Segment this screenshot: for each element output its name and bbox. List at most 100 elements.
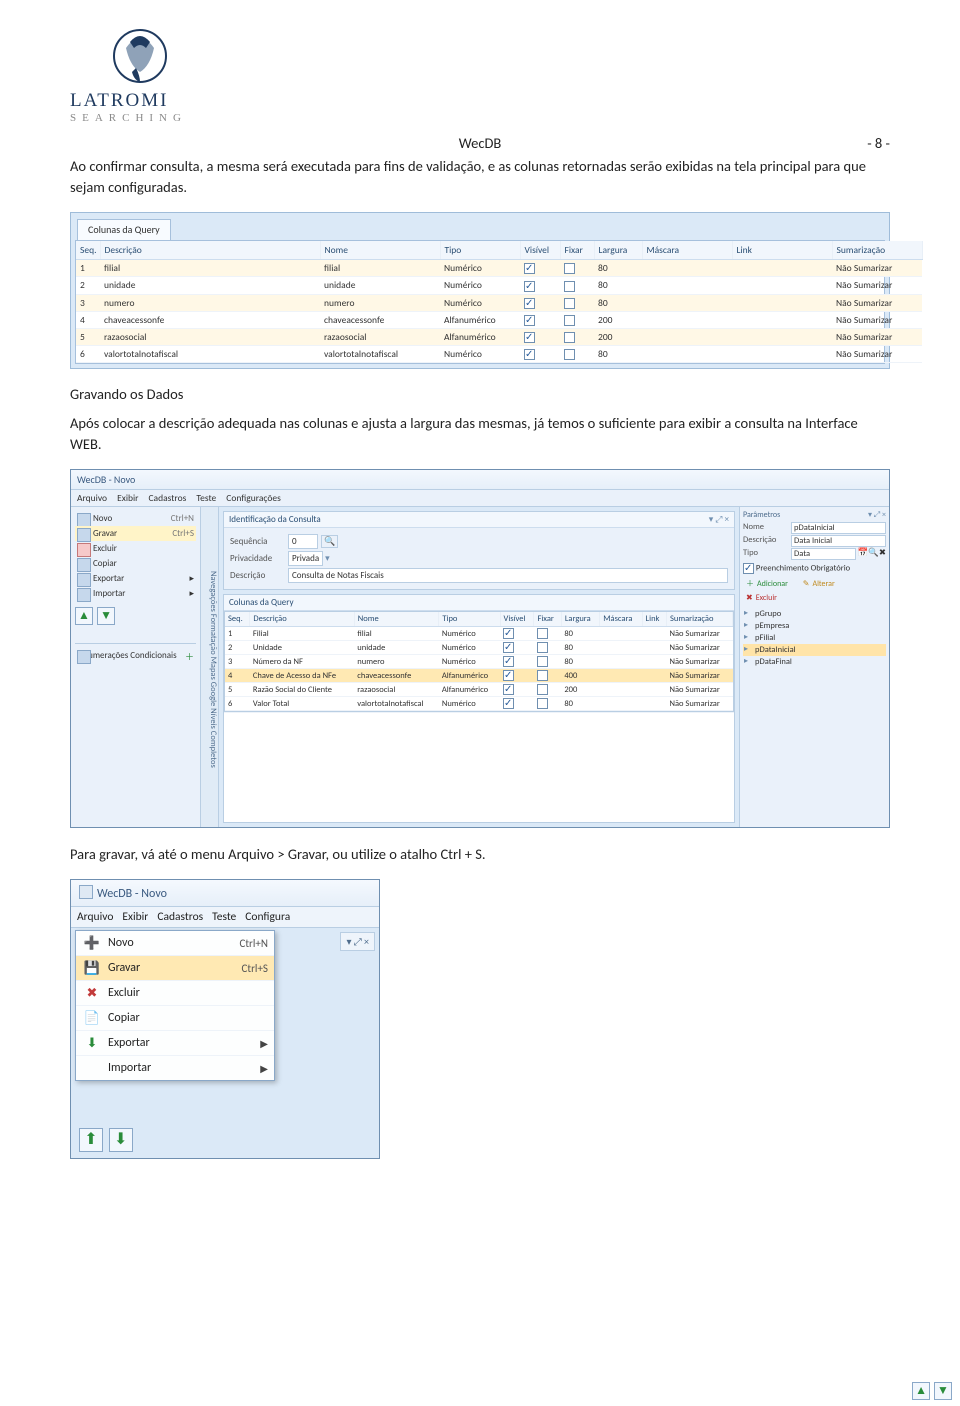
table-row[interactable]: 1FilialfilialNumérico80Não Sumarizar <box>225 627 733 641</box>
menu-item[interactable]: Configura <box>245 910 290 924</box>
menu-item[interactable]: Exibir <box>117 492 138 504</box>
table-row[interactable]: 5razaosocialrazaosocialAlfanumérico200Nã… <box>76 328 922 345</box>
logo-tagline: SEARCHING <box>70 112 187 124</box>
add-button[interactable]: ＋Adicionar <box>743 577 796 591</box>
dropdown-item[interactable]: ➕NovoCtrl+N <box>76 931 274 956</box>
s3-window-title: WecDB - Novo <box>71 880 379 907</box>
arquivo-dropdown[interactable]: ➕NovoCtrl+N💾GravarCtrl+S✖Excluir📄Copiar⬇… <box>75 930 275 1081</box>
arrow-down-icon[interactable]: ⬇ <box>109 1128 133 1152</box>
dropdown-item[interactable]: 📄Copiar <box>76 1006 274 1031</box>
enumeracoes-item[interactable]: Enumerações Condicionais ＋ <box>75 648 196 663</box>
dropdown-item[interactable]: ⬇Exportar▶ <box>76 1031 274 1056</box>
tree-item[interactable]: pDataInicial <box>743 644 886 656</box>
r-nome-val[interactable]: pDataInicial <box>791 522 886 534</box>
col-header[interactable]: Nome <box>354 612 439 627</box>
alter-button[interactable]: ✎Alterar <box>800 577 843 591</box>
param-down-icon[interactable]: ▼ <box>934 1382 952 1400</box>
tree-item[interactable]: pGrupo <box>743 608 886 620</box>
s3-menubar[interactable]: Arquivo Exibir Cadastros Teste Configura <box>71 907 379 928</box>
toolbar-item[interactable]: NovoCtrl+N <box>75 511 196 526</box>
tab-colunas-query[interactable]: Colunas da Query <box>77 219 171 240</box>
toolbar-item[interactable]: GravarCtrl+S <box>75 526 196 541</box>
window-title: WecDB - Novo <box>71 470 889 490</box>
table-row[interactable]: 4chaveacessonfechaveacessonfeAlfanuméric… <box>76 311 922 328</box>
col-header[interactable]: Tipo <box>439 612 500 627</box>
menu-item[interactable]: Arquivo <box>77 910 113 924</box>
r-tipo-val[interactable]: Data <box>791 548 856 560</box>
menu-item[interactable]: Exibir <box>122 910 148 924</box>
toolbar-fragment[interactable]: ▾ ⤢ × <box>340 932 375 951</box>
col-header[interactable]: Fixar <box>534 612 561 627</box>
r-nome-label: Nome <box>743 522 791 534</box>
col-header[interactable]: Tipo <box>440 241 520 260</box>
dropdown-item[interactable]: 💾GravarCtrl+S <box>76 956 274 981</box>
required-checkbox[interactable] <box>743 563 754 574</box>
menu-item[interactable]: Teste <box>212 910 236 924</box>
menubar[interactable]: Arquivo Exibir Cadastros Teste Configurações <box>71 490 889 507</box>
col-header[interactable]: Sumarização <box>666 612 732 627</box>
right-tab-label[interactable]: Parâmetros <box>743 510 780 520</box>
logo: LATROMI SEARCHING <box>70 24 890 128</box>
table-row[interactable]: 3numeronumeroNumérico80Não Sumarizar <box>76 294 922 311</box>
table-row[interactable]: 4Chave de Acesso da NFechaveacessonfeAlf… <box>225 669 733 683</box>
menu-item[interactable]: Cadastros <box>148 492 186 504</box>
col-header[interactable]: Largura <box>594 241 642 260</box>
tree-item[interactable]: pEmpresa <box>743 620 886 632</box>
importar-icon <box>82 1060 102 1076</box>
move-down-icon[interactable]: ▼ <box>97 607 115 625</box>
doc-title: WecDB <box>459 134 502 152</box>
seq-lookup-icon[interactable]: 🔍 <box>321 535 338 548</box>
desc-value[interactable]: Consulta de Notas Fiscais <box>288 568 728 583</box>
menu-item[interactable]: Configurações <box>226 492 281 504</box>
table-row[interactable]: 2UnidadeunidadeNumérico80Não Sumarizar <box>225 641 733 655</box>
col-header[interactable]: Fixar <box>560 241 594 260</box>
toolbar-item[interactable]: Importar▸ <box>75 586 196 601</box>
delete-button[interactable]: ✖Excluir <box>743 591 785 605</box>
param-up-icon[interactable]: ▲ <box>912 1382 930 1400</box>
table-row[interactable]: 3Número da NFnumeroNumérico80Não Sumariz… <box>225 655 733 669</box>
col-header[interactable]: Descrição <box>250 612 354 627</box>
col-header[interactable]: Máscara <box>600 612 642 627</box>
required-label: Preenchimento Obrigatório <box>756 564 850 574</box>
toolbar-item[interactable]: Excluir <box>75 541 196 556</box>
col-header[interactable]: Sumarização <box>832 241 922 260</box>
table-row[interactable]: 5Razão Social do ClienterazaosocialAlfan… <box>225 683 733 697</box>
toolbar-item[interactable]: Copiar <box>75 556 196 571</box>
dropdown-item[interactable]: Importar▶ <box>76 1056 274 1080</box>
col-header[interactable]: Largura <box>561 612 599 627</box>
menu-item[interactable]: Arquivo <box>77 492 107 504</box>
novo-icon: ➕ <box>82 935 102 951</box>
right-panel: Parâmetros ▾ ⤢ × NomepDataInicial Descri… <box>739 507 889 827</box>
move-up-icon[interactable]: ▲ <box>75 607 93 625</box>
arrow-up-icon[interactable]: ⬆ <box>79 1128 103 1152</box>
col-header[interactable]: Seq. <box>76 241 100 260</box>
copiar-icon: 📄 <box>82 1010 102 1026</box>
screenshot-wecdb-full: WecDB - Novo Arquivo Exibir Cadastros Teste… <box>70 469 890 828</box>
toolbar-item[interactable]: Exportar▸ <box>75 571 196 586</box>
dropdown-item[interactable]: ✖Excluir <box>76 981 274 1006</box>
gravar-icon: 💾 <box>82 960 102 976</box>
col-header[interactable]: Visível <box>500 612 534 627</box>
col-header[interactable]: Visível <box>520 241 560 260</box>
exportar-icon: ⬇ <box>82 1035 102 1051</box>
panel-buttons[interactable]: ▾ ⤢ × <box>709 514 729 525</box>
param-tree[interactable]: pGrupopEmpresapFilialpDataInicialpDataFi… <box>743 608 886 668</box>
seq-value[interactable]: 0 <box>288 534 318 549</box>
col-header[interactable]: Nome <box>320 241 440 260</box>
table-row[interactable]: 6Valor TotalvalortotalnotafiscalNumérico… <box>225 697 733 711</box>
menu-item[interactable]: Cadastros <box>157 910 203 924</box>
col-header[interactable]: Descrição <box>100 241 320 260</box>
col-header[interactable]: Link <box>642 612 666 627</box>
table-row[interactable]: 1filialfilialNumérico80Não Sumarizar <box>76 260 922 277</box>
tree-item[interactable]: pDataFinal <box>743 656 886 668</box>
priv-value[interactable]: Privada <box>288 551 323 566</box>
table-row[interactable]: 2unidadeunidadeNumérico80Não Sumarizar <box>76 277 922 294</box>
menu-item[interactable]: Teste <box>196 492 216 504</box>
col-header[interactable]: Máscara <box>642 241 732 260</box>
vertical-tabs[interactable]: Navegações Formatação Mapas Google Nívei… <box>201 507 219 827</box>
tree-item[interactable]: pFilial <box>743 632 886 644</box>
col-header[interactable]: Link <box>732 241 832 260</box>
table-row[interactable]: 6valortotalnotafiscalvalortotalnotafisca… <box>76 346 922 363</box>
r-desc-val[interactable]: Data Inicial <box>791 535 886 547</box>
col-header[interactable]: Seq. <box>225 612 250 627</box>
